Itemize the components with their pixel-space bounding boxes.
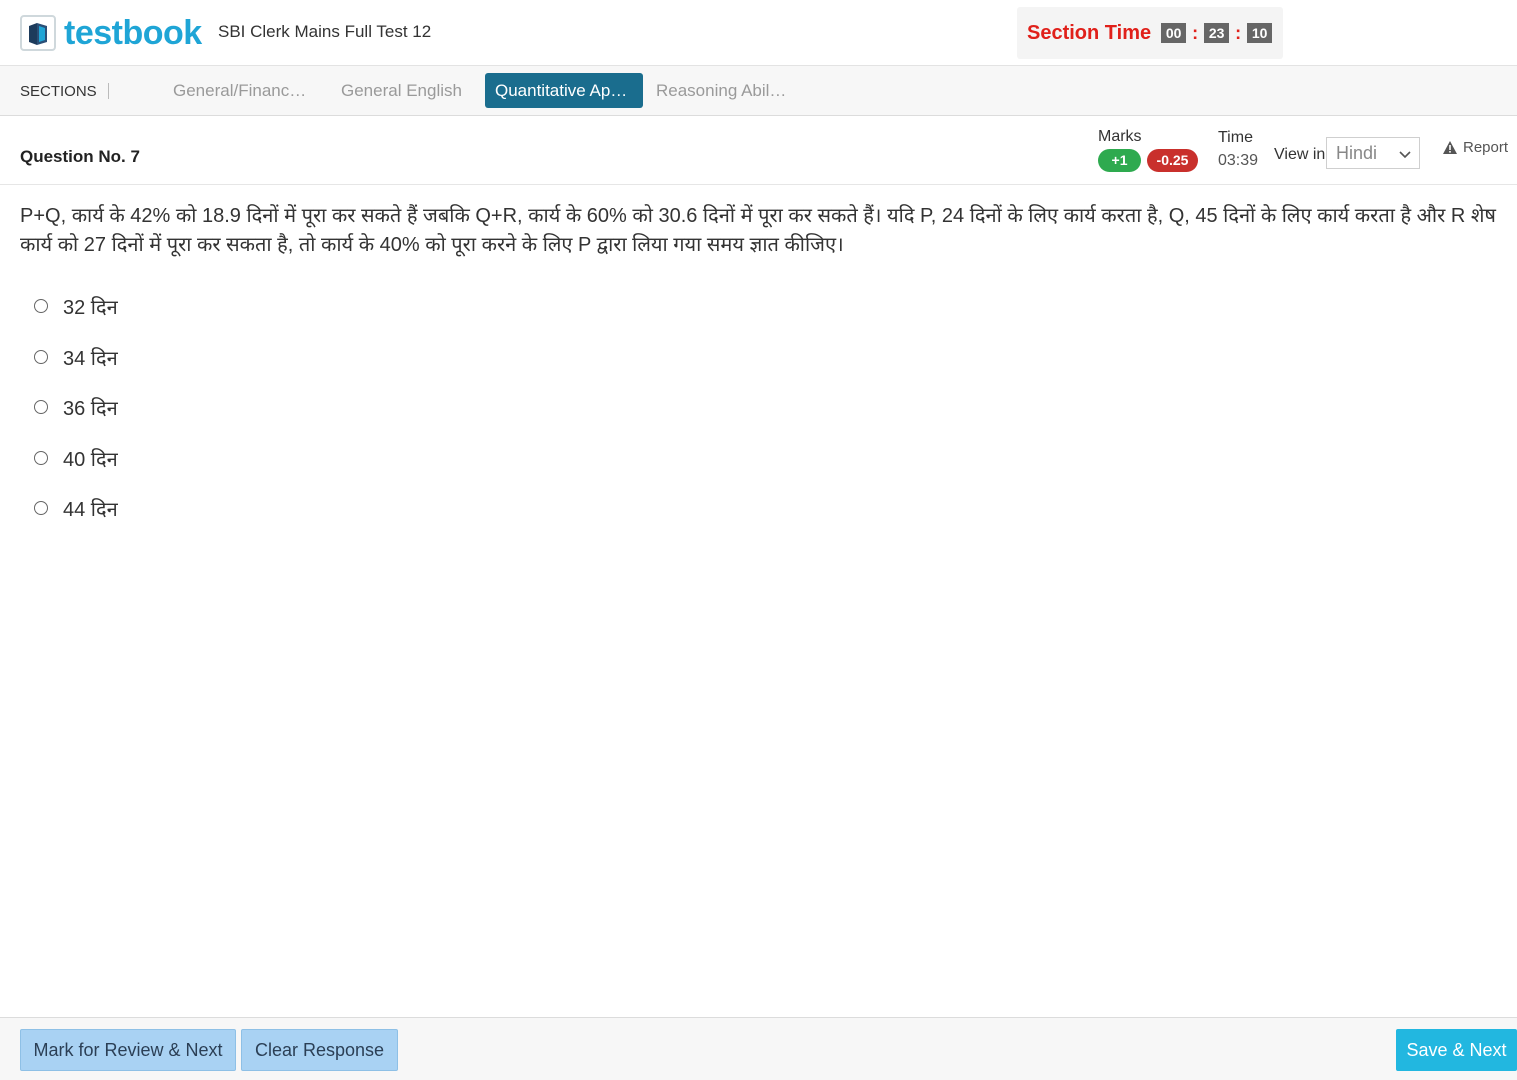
- timer-hours: 00: [1161, 23, 1187, 43]
- chevron-down-icon: [1399, 151, 1411, 159]
- report-button[interactable]: Report: [1442, 139, 1508, 156]
- clear-response-button[interactable]: Clear Response: [241, 1029, 398, 1071]
- warning-icon: [1443, 141, 1457, 154]
- positive-marks-badge: +1: [1098, 149, 1141, 172]
- option-label: 34 दिन: [63, 347, 118, 370]
- language-value: Hindi: [1336, 143, 1378, 163]
- timer-separator: :: [1192, 22, 1199, 43]
- language-select[interactable]: Hindi: [1326, 137, 1420, 169]
- marks-label: Marks: [1098, 128, 1142, 145]
- testbook-logo[interactable]: testbook: [20, 14, 202, 52]
- option-label: 40 दिन: [63, 448, 118, 471]
- section-timer: Section Time 00 : 23 : 10: [1017, 7, 1283, 59]
- option-3[interactable]: 36 दिन: [34, 392, 118, 422]
- tab-general-financial[interactable]: General/Financ…: [163, 73, 316, 108]
- option-4[interactable]: 40 दिन: [34, 443, 118, 473]
- report-label: Report: [1463, 139, 1509, 156]
- mark-for-review-button[interactable]: Mark for Review & Next: [20, 1029, 236, 1071]
- divider: [108, 83, 109, 99]
- timer-seconds: 10: [1247, 23, 1273, 43]
- radio-button[interactable]: [34, 350, 48, 364]
- tab-quantitative-aptitude[interactable]: Quantitative Ap…: [485, 73, 643, 108]
- radio-button[interactable]: [34, 451, 48, 465]
- section-time-label: Section Time: [1027, 21, 1152, 44]
- question-time: 03:39: [1218, 152, 1259, 169]
- logo-text: testbook: [64, 14, 202, 52]
- question-header: Question No. 7 Marks +1 -0.25 Time 03:39…: [0, 117, 1517, 185]
- option-label: 36 दिन: [63, 397, 118, 420]
- radio-button[interactable]: [34, 501, 48, 515]
- tab-reasoning-ability[interactable]: Reasoning Abil…: [646, 73, 796, 108]
- option-label: 44 दिन: [63, 498, 118, 521]
- footer-bar: Mark for Review & Next Clear Response Sa…: [0, 1017, 1517, 1080]
- save-and-next-button[interactable]: Save & Next: [1396, 1029, 1517, 1071]
- view-in-label: View in: [1274, 146, 1326, 163]
- testbook-logo-icon: [20, 15, 56, 51]
- question-number: Question No. 7: [20, 147, 140, 166]
- option-1[interactable]: 32 दिन: [34, 291, 118, 321]
- negative-marks-badge: -0.25: [1147, 149, 1198, 172]
- top-bar: testbook SBI Clerk Mains Full Test 12 Se…: [0, 0, 1517, 66]
- radio-button[interactable]: [34, 299, 48, 313]
- question-text: P+Q, कार्य के 42% को 18.9 दिनों में पूरा…: [20, 205, 1496, 256]
- radio-button[interactable]: [34, 400, 48, 414]
- option-2[interactable]: 34 दिन: [34, 342, 118, 372]
- tab-general-english[interactable]: General English: [331, 73, 472, 108]
- sections-label: SECTIONS: [20, 83, 97, 100]
- test-title: SBI Clerk Mains Full Test 12: [218, 22, 432, 41]
- option-5[interactable]: 44 दिन: [34, 493, 118, 523]
- sections-bar: SECTIONS General/Financ… General English…: [0, 66, 1517, 116]
- option-label: 32 दिन: [63, 296, 118, 319]
- timer-minutes: 23: [1204, 23, 1230, 43]
- time-label: Time: [1218, 129, 1253, 146]
- timer-separator: :: [1235, 22, 1242, 43]
